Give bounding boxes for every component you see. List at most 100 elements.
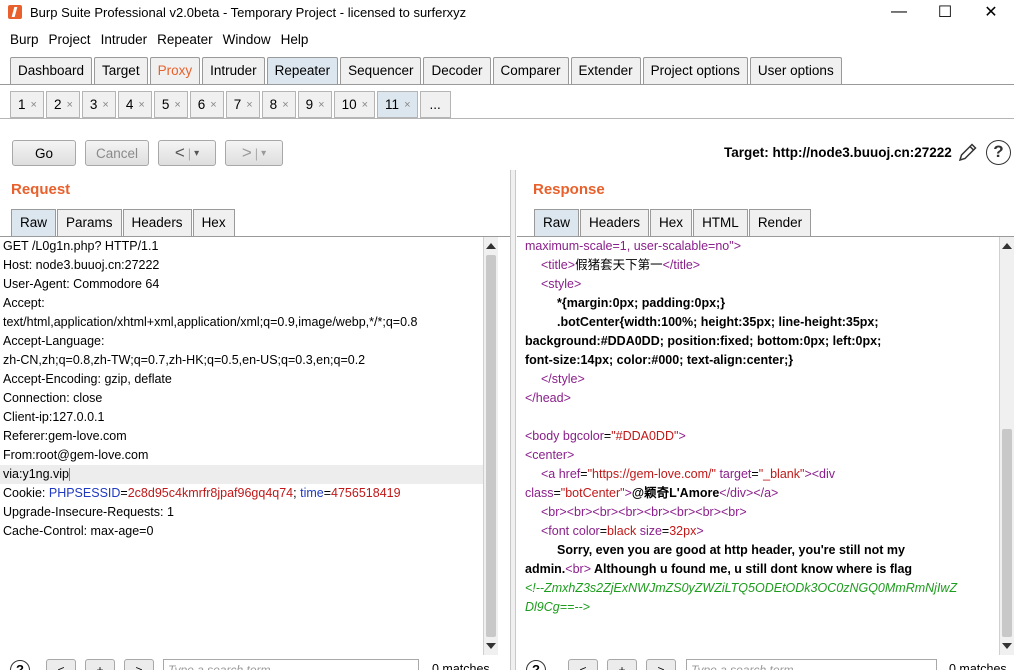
- scroll-up-icon[interactable]: [1002, 243, 1012, 249]
- close-tab-icon[interactable]: ×: [318, 99, 324, 111]
- response-tab-bar: Raw Headers Hex HTML Render: [534, 209, 812, 236]
- response-tab-html[interactable]: HTML: [693, 209, 748, 236]
- cookie-name: PHPSESSID: [48, 486, 121, 500]
- split-pane-divider[interactable]: [510, 170, 516, 670]
- response-tab-raw[interactable]: Raw: [534, 209, 580, 236]
- tab-number: 3: [89, 97, 98, 112]
- response-search-help-icon[interactable]: ?: [526, 660, 546, 670]
- maximize-button[interactable]: ☐: [922, 0, 968, 24]
- repeater-tab-8[interactable]: 8 ×: [261, 91, 296, 118]
- scroll-thumb[interactable]: [1002, 429, 1012, 637]
- request-tab-raw[interactable]: Raw: [11, 209, 57, 236]
- new-tab-button[interactable]: ...: [419, 91, 451, 118]
- tab-comparer[interactable]: Comparer: [492, 57, 569, 84]
- request-search-add-button[interactable]: +: [85, 659, 115, 670]
- cookie-value: 4756518419: [331, 486, 401, 500]
- close-button[interactable]: ✕: [968, 0, 1014, 24]
- code-value: "botCenter": [560, 486, 625, 500]
- menu-repeater[interactable]: Repeater: [152, 32, 218, 47]
- forward-arrow-icon: >: [241, 143, 252, 162]
- tab-repeater[interactable]: Repeater: [266, 57, 339, 84]
- close-tab-icon[interactable]: ×: [246, 99, 252, 111]
- close-tab-icon[interactable]: ×: [282, 99, 288, 111]
- response-search-next-button[interactable]: >: [646, 659, 676, 670]
- response-tab-headers[interactable]: Headers: [580, 209, 650, 236]
- request-tab-params[interactable]: Params: [57, 209, 122, 236]
- go-button[interactable]: Go: [12, 140, 76, 166]
- back-button[interactable]: < | ▾: [158, 140, 216, 166]
- tab-dashboard[interactable]: Dashboard: [10, 57, 93, 84]
- menu-project[interactable]: Project: [44, 32, 96, 47]
- response-line: </style>: [522, 370, 999, 389]
- tab-extender[interactable]: Extender: [570, 57, 641, 84]
- repeater-tab-3[interactable]: 3 ×: [81, 91, 116, 118]
- cancel-button[interactable]: Cancel: [85, 140, 149, 166]
- dropdown-icon: ▾: [194, 147, 200, 159]
- code-tag: ><div: [804, 467, 836, 481]
- cookie-value: 2c8d95c4kmrfr8jpaf96gq4q74: [127, 486, 294, 500]
- request-line: Accept:: [3, 296, 45, 310]
- close-tab-icon[interactable]: ×: [66, 99, 72, 111]
- repeater-tab-1[interactable]: 1 ×: [10, 91, 44, 118]
- code-text: =: [599, 524, 608, 538]
- close-tab-icon[interactable]: ×: [174, 99, 180, 111]
- tab-project-options[interactable]: Project options: [642, 57, 748, 84]
- request-search-help-icon[interactable]: ?: [10, 660, 30, 670]
- repeater-tab-7[interactable]: 7 ×: [225, 91, 260, 118]
- request-search-input[interactable]: Type a search term: [163, 659, 419, 670]
- response-tab-render[interactable]: Render: [748, 209, 812, 236]
- tab-sequencer[interactable]: Sequencer: [340, 57, 422, 84]
- edit-target-icon[interactable]: [957, 141, 979, 163]
- minimize-button[interactable]: —: [876, 0, 922, 24]
- response-tab-hex[interactable]: Hex: [650, 209, 693, 236]
- tab-number: 10: [341, 97, 357, 112]
- response-editor[interactable]: maximum-scale=1, user-scalable=no"> <tit…: [522, 237, 999, 655]
- scroll-down-icon[interactable]: [486, 643, 496, 649]
- tab-number: 6: [197, 97, 206, 112]
- close-tab-icon[interactable]: ×: [210, 99, 216, 111]
- response-line: <center>: [522, 446, 999, 465]
- repeater-tab-9[interactable]: 9 ×: [297, 91, 332, 118]
- repeater-tab-6[interactable]: 6 ×: [189, 91, 224, 118]
- close-tab-icon[interactable]: ×: [102, 99, 108, 111]
- tab-decoder[interactable]: Decoder: [423, 57, 491, 84]
- close-tab-icon[interactable]: ×: [404, 99, 410, 111]
- tab-user-options[interactable]: User options: [749, 57, 842, 84]
- response-comment-line: <!--ZmxhZ3s2ZjExNWJmZS0yZWZiLTQ5ODEtODk3…: [525, 581, 958, 595]
- forward-button[interactable]: > | ▾: [225, 140, 283, 166]
- close-tab-icon[interactable]: ×: [362, 99, 368, 111]
- tab-proxy[interactable]: Proxy: [149, 57, 201, 84]
- repeater-tab-5[interactable]: 5 ×: [153, 91, 188, 118]
- code-tag: <font: [541, 524, 573, 538]
- close-tab-icon[interactable]: ×: [31, 99, 37, 111]
- tab-intruder[interactable]: Intruder: [202, 57, 265, 84]
- request-tab-headers[interactable]: Headers: [122, 209, 192, 236]
- response-scrollbar[interactable]: [999, 237, 1014, 655]
- request-tab-hex[interactable]: Hex: [192, 209, 235, 236]
- tab-number: 1: [18, 97, 26, 112]
- request-scrollbar[interactable]: [483, 237, 498, 655]
- repeater-tab-11[interactable]: 11 ×: [377, 91, 418, 118]
- request-title: Request: [11, 181, 71, 198]
- code-value: "_blank": [758, 467, 805, 481]
- response-search-add-button[interactable]: +: [607, 659, 637, 670]
- request-search-next-button[interactable]: >: [124, 659, 154, 670]
- repeater-tab-10[interactable]: 10 ×: [333, 91, 376, 118]
- response-search-prev-button[interactable]: <: [568, 659, 598, 670]
- response-search-input[interactable]: Type a search term: [686, 659, 937, 670]
- close-tab-icon[interactable]: ×: [138, 99, 144, 111]
- menu-window[interactable]: Window: [218, 32, 276, 47]
- repeater-tab-2[interactable]: 2 ×: [45, 91, 80, 118]
- code-attr: class: [525, 486, 554, 500]
- help-icon[interactable]: ?: [986, 140, 1011, 165]
- scroll-thumb[interactable]: [486, 255, 496, 637]
- menu-help[interactable]: Help: [276, 32, 314, 47]
- scroll-up-icon[interactable]: [486, 243, 496, 249]
- repeater-tab-4[interactable]: 4 ×: [117, 91, 152, 118]
- request-editor[interactable]: GET /L0g1n.php? HTTP/1.1 Host: node3.buu…: [0, 237, 483, 655]
- request-search-prev-button[interactable]: <: [46, 659, 76, 670]
- menu-intruder[interactable]: Intruder: [96, 32, 153, 47]
- scroll-down-icon[interactable]: [1002, 643, 1012, 649]
- menu-burp[interactable]: Burp: [5, 32, 44, 47]
- tab-target[interactable]: Target: [94, 57, 148, 84]
